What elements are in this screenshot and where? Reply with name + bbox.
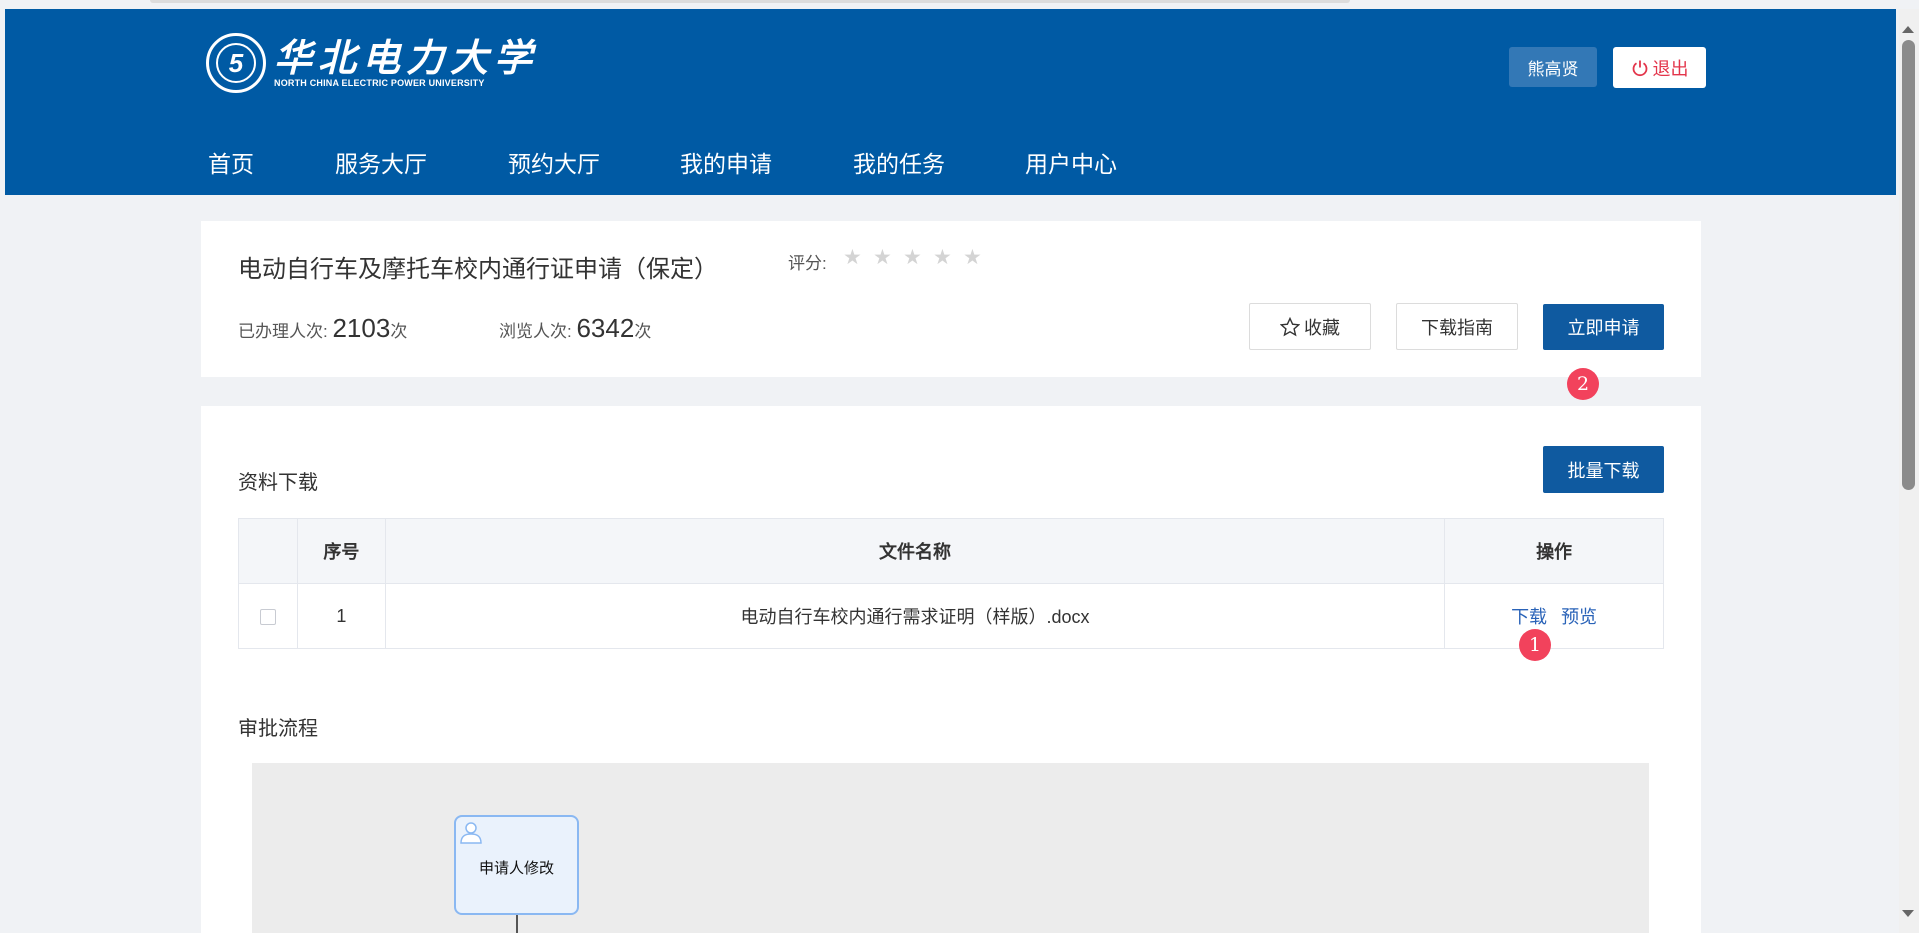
table-header-row: 序号 文件名称 操作 bbox=[238, 518, 1664, 584]
rating-star-icon[interactable]: ★ bbox=[873, 247, 894, 268]
handled-count: 2103 bbox=[332, 313, 391, 343]
nav-item-home[interactable]: 首页 bbox=[208, 145, 254, 179]
favorite-label: 收藏 bbox=[1304, 317, 1340, 338]
rating-stars[interactable]: ★ ★ ★ ★ ★ bbox=[843, 247, 984, 268]
downloads-section-title: 资料下载 bbox=[238, 472, 318, 494]
logo-seal-icon: 5 bbox=[206, 33, 266, 93]
nav-item-user-center[interactable]: 用户中心 bbox=[1025, 145, 1117, 179]
viewed-unit: 次 bbox=[634, 322, 652, 341]
header-select bbox=[238, 518, 298, 584]
header-index: 序号 bbox=[296, 518, 386, 584]
user-icon bbox=[460, 822, 482, 844]
header-actions: 操作 bbox=[1444, 518, 1664, 584]
logo-chinese-name: 华北电力大学 bbox=[274, 35, 539, 80]
favorite-button[interactable]: 收藏 bbox=[1249, 303, 1371, 350]
batch-download-button[interactable]: 批量下载 bbox=[1543, 446, 1664, 493]
handled-unit: 次 bbox=[390, 322, 408, 341]
nav-item-my-tasks[interactable]: 我的任务 bbox=[853, 145, 945, 179]
process-node-label: 申请人修改 bbox=[478, 860, 554, 877]
handled-label: 已办理人次: bbox=[238, 322, 328, 341]
preview-link[interactable]: 预览 bbox=[1561, 607, 1597, 627]
scroll-up-arrow-icon[interactable] bbox=[1902, 26, 1914, 33]
step-badge-1: 1 bbox=[1519, 629, 1551, 661]
row-checkbox[interactable] bbox=[259, 608, 276, 625]
process-section-title: 审批流程 bbox=[238, 718, 318, 740]
viewed-count: 6342 bbox=[576, 313, 635, 343]
step-badge-2: 2 bbox=[1567, 368, 1599, 400]
files-table: 序号 文件名称 操作 1 电动自行车校内通行需求证明（样版）.docx 下载 预览 bbox=[238, 518, 1664, 649]
viewed-label: 浏览人次: bbox=[499, 322, 572, 341]
process-edge bbox=[516, 915, 518, 933]
service-title: 电动自行车及摩托车校内通行证申请（保定） bbox=[238, 256, 718, 283]
process-diagram-canvas[interactable]: 申请人修改 bbox=[252, 763, 1649, 933]
table-row: 1 电动自行车校内通行需求证明（样版）.docx 下载 预览 bbox=[238, 583, 1664, 649]
row-index: 1 bbox=[296, 583, 386, 649]
service-info-panel: 电动自行车及摩托车校内通行证申请（保定） 评分: ★ ★ ★ ★ ★ 已办理人次: 21… bbox=[201, 221, 1701, 400]
page-scrollbar-thumb[interactable] bbox=[1902, 40, 1915, 490]
nav-item-my-applications[interactable]: 我的申请 bbox=[680, 145, 772, 179]
viewed-stat: 浏览人次: 6342次 bbox=[499, 313, 651, 344]
apply-now-button[interactable]: 立即申请 bbox=[1543, 304, 1664, 350]
row-filename: 电动自行车校内通行需求证明（样版）.docx bbox=[384, 583, 1446, 649]
nav-item-service-hall[interactable]: 服务大厅 bbox=[335, 145, 427, 179]
download-link[interactable]: 下载 bbox=[1511, 607, 1547, 627]
process-node-applicant-edit[interactable]: 申请人修改 bbox=[454, 815, 579, 915]
star-outline-icon bbox=[1280, 316, 1300, 336]
nav-item-booking-hall[interactable]: 预约大厅 bbox=[508, 145, 600, 179]
header-filename: 文件名称 bbox=[384, 518, 1446, 584]
user-name-button[interactable]: 熊高贤 bbox=[1509, 47, 1597, 87]
power-icon bbox=[1632, 60, 1647, 76]
university-logo[interactable]: 5 华北电力大学 NORTH CHINA ELECTRIC POWER UNIV… bbox=[206, 33, 538, 93]
detail-panel: 资料下载 批量下载 序号 文件名称 操作 1 电动自行车校内通行需求证明（样版）… bbox=[201, 406, 1701, 933]
logout-button[interactable]: 退出 bbox=[1613, 47, 1706, 88]
row-actions: 下载 预览 bbox=[1444, 583, 1664, 649]
rating-label: 评分: bbox=[788, 254, 827, 273]
browser-top-edge bbox=[150, 0, 1350, 3]
scroll-down-arrow-icon[interactable] bbox=[1902, 910, 1914, 917]
handled-stat: 已办理人次: 2103次 bbox=[238, 313, 407, 344]
download-guide-button[interactable]: 下载指南 bbox=[1396, 303, 1518, 350]
rating-star-icon[interactable]: ★ bbox=[963, 247, 984, 268]
logout-label: 退出 bbox=[1652, 58, 1689, 79]
rating-star-icon[interactable]: ★ bbox=[843, 247, 864, 268]
site-header: 5 华北电力大学 NORTH CHINA ELECTRIC POWER UNIV… bbox=[5, 9, 1896, 195]
rating-star-icon[interactable]: ★ bbox=[903, 247, 924, 268]
rating-star-icon[interactable]: ★ bbox=[933, 247, 954, 268]
